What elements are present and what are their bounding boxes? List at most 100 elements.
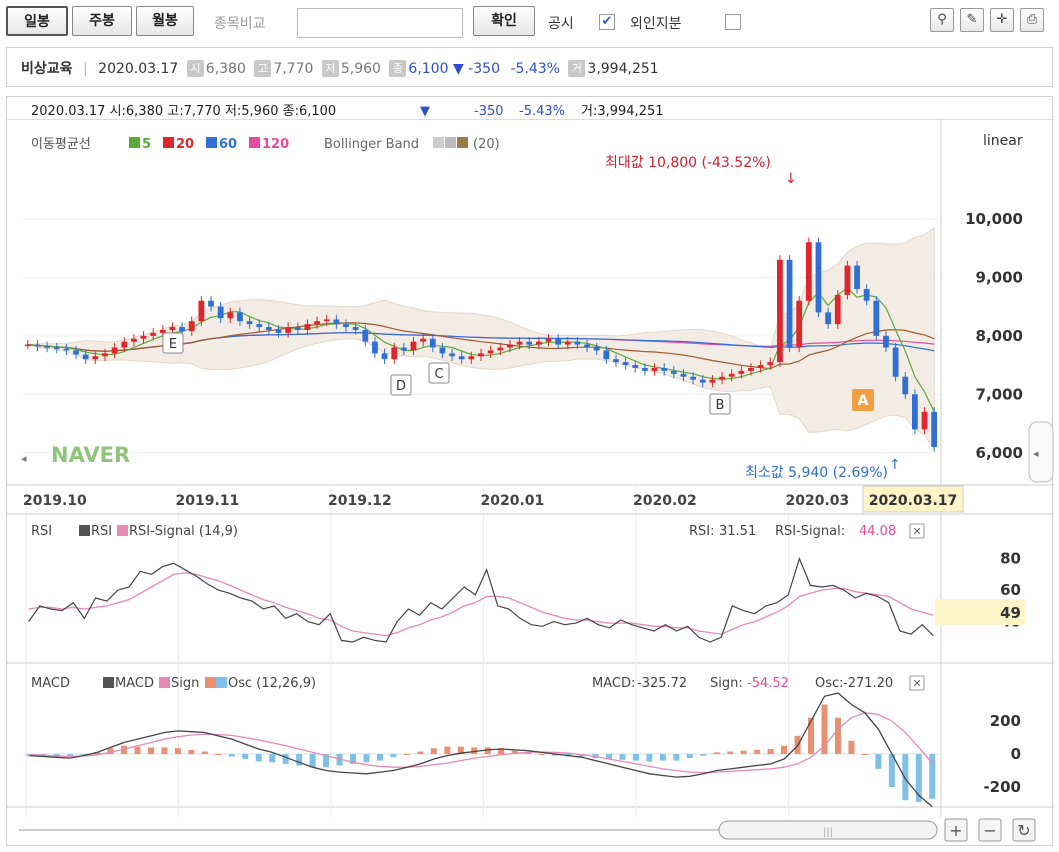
- candle-body: [507, 344, 513, 348]
- candle-body: [545, 338, 552, 342]
- tab-weekly[interactable]: 주봉: [72, 6, 132, 36]
- scroll-right-icon: ◂: [1033, 447, 1039, 460]
- foreign-checkbox[interactable]: [725, 14, 741, 30]
- candle-body: [825, 312, 832, 325]
- chart-header-ohlc: 2020.03.17 시:6,380 고:7,770 저:5,960 종:6,1…: [31, 104, 336, 119]
- osc-bar: [363, 754, 370, 763]
- candle-body: [449, 353, 455, 357]
- osc-bar: [255, 754, 262, 762]
- chart-container[interactable]: 2020.03.17 시:6,380 고:7,770 저:5,960 종:6,1…: [6, 96, 1054, 847]
- price-tick-label: 9,000: [976, 268, 1023, 286]
- ma-legend-swatch: [163, 137, 174, 148]
- ma-legend-20: 20: [176, 137, 194, 152]
- scale-label: linear: [983, 133, 1023, 149]
- candle-body: [400, 347, 407, 351]
- rsi-signal-legend: RSI-Signal (14,9): [129, 524, 238, 539]
- rsi-label: RSI:: [689, 524, 715, 539]
- candle-body: [516, 341, 523, 345]
- scroll-grip-icon: |||: [823, 827, 833, 838]
- candle-body: [179, 327, 185, 332]
- candle-body: [719, 376, 725, 380]
- candle-body: [728, 373, 735, 377]
- ma-legend-120: 120: [262, 137, 289, 152]
- osc-bar: [403, 754, 410, 755]
- foreign-label: 외인지분: [630, 16, 682, 32]
- compare-label: 종목비교: [214, 16, 266, 32]
- toolbar: 일봉 주봉 월봉 종목비교 확인 공시 ✔ 외인지분 ⚲ ✎ ✛ ⎙: [0, 0, 1059, 44]
- candle-body: [912, 394, 918, 430]
- candle-body: [526, 341, 533, 345]
- candle-body: [786, 259, 793, 348]
- candle-body: [217, 306, 224, 319]
- candle-body: [622, 362, 629, 366]
- confirm-button[interactable]: 확인: [473, 6, 535, 36]
- ma-legend-swatch: [249, 137, 260, 148]
- candle-body: [564, 341, 571, 345]
- disclosure-checkbox[interactable]: ✔: [599, 14, 615, 30]
- candle-body: [24, 344, 31, 347]
- candle-body: [883, 335, 889, 348]
- disclosure-label: 공시: [548, 16, 574, 32]
- candle-body: [921, 411, 928, 430]
- stock-name: 비상교육: [21, 61, 73, 77]
- candle-body: [150, 332, 157, 336]
- x-tick-label: 2020.02: [633, 493, 697, 509]
- osc-bar: [848, 740, 855, 754]
- osc-bar: [309, 754, 316, 768]
- ma-legend-5: 5: [142, 137, 151, 152]
- candle-body: [140, 335, 147, 339]
- osc-bar: [902, 754, 909, 801]
- tab-daily[interactable]: 일봉: [6, 6, 68, 36]
- candle-body: [323, 319, 330, 322]
- print-icon[interactable]: ⎙: [1020, 8, 1044, 32]
- candle-body: [130, 338, 137, 342]
- rsi-close-glyph: ✕: [912, 525, 921, 538]
- tab-monthly[interactable]: 월봉: [136, 6, 194, 36]
- rsi-signal-swatch: [117, 525, 128, 536]
- candle-body: [642, 367, 648, 371]
- low-value: 5,960: [340, 61, 381, 77]
- stock-date: 2020.03.17: [98, 61, 179, 77]
- osc-bar: [188, 749, 195, 754]
- macd-tick-label: 200: [990, 712, 1021, 730]
- sign-label: Sign:: [710, 676, 743, 691]
- osc-bar: [875, 754, 882, 769]
- zoom-out-icon: −: [983, 821, 996, 840]
- candle-body: [285, 327, 292, 333]
- candle-body: [352, 327, 359, 330]
- open-value: 6,380: [205, 61, 246, 77]
- pin-icon[interactable]: ⚲: [930, 8, 954, 32]
- candle-body: [314, 321, 320, 325]
- osc-bar: [781, 745, 788, 754]
- marker-D: D: [396, 379, 406, 394]
- candle-body: [333, 319, 340, 325]
- pencil-icon[interactable]: ✎: [960, 8, 984, 32]
- bb-legend-label: Bollinger Band: [324, 137, 419, 152]
- candle-body: [555, 338, 562, 345]
- min-arrow-icon: ↑: [889, 457, 901, 473]
- osc-bar: [646, 754, 653, 762]
- candle-body: [362, 329, 369, 342]
- osc-value: -271.20: [843, 676, 893, 691]
- candle-body: [410, 341, 417, 351]
- marker-A: A: [858, 393, 869, 409]
- x-tick-label: 2019.10: [23, 493, 87, 509]
- max-arrow-icon: ↓: [785, 171, 797, 187]
- compare-input[interactable]: [297, 8, 463, 38]
- candle-body: [690, 376, 697, 380]
- rsi-tick-label: 80: [1000, 550, 1021, 568]
- candle-body: [169, 327, 176, 330]
- stock-chart[interactable]: 2020.03.17 시:6,380 고:7,770 저:5,960 종:6,1…: [7, 97, 1054, 847]
- candle-body: [468, 356, 475, 360]
- candle-body: [111, 347, 118, 354]
- min-annotation: 최소값 5,940 (2.69%): [745, 465, 888, 481]
- osc-bar: [632, 754, 639, 761]
- candle-body: [208, 300, 214, 307]
- ma-legend-swatch: [129, 137, 140, 148]
- candle-body: [902, 376, 909, 395]
- candle-body: [478, 353, 484, 357]
- candle-body: [246, 321, 253, 325]
- high-tag: 고: [254, 60, 272, 77]
- candle-body: [82, 354, 89, 360]
- crosshair-icon[interactable]: ✛: [990, 8, 1014, 32]
